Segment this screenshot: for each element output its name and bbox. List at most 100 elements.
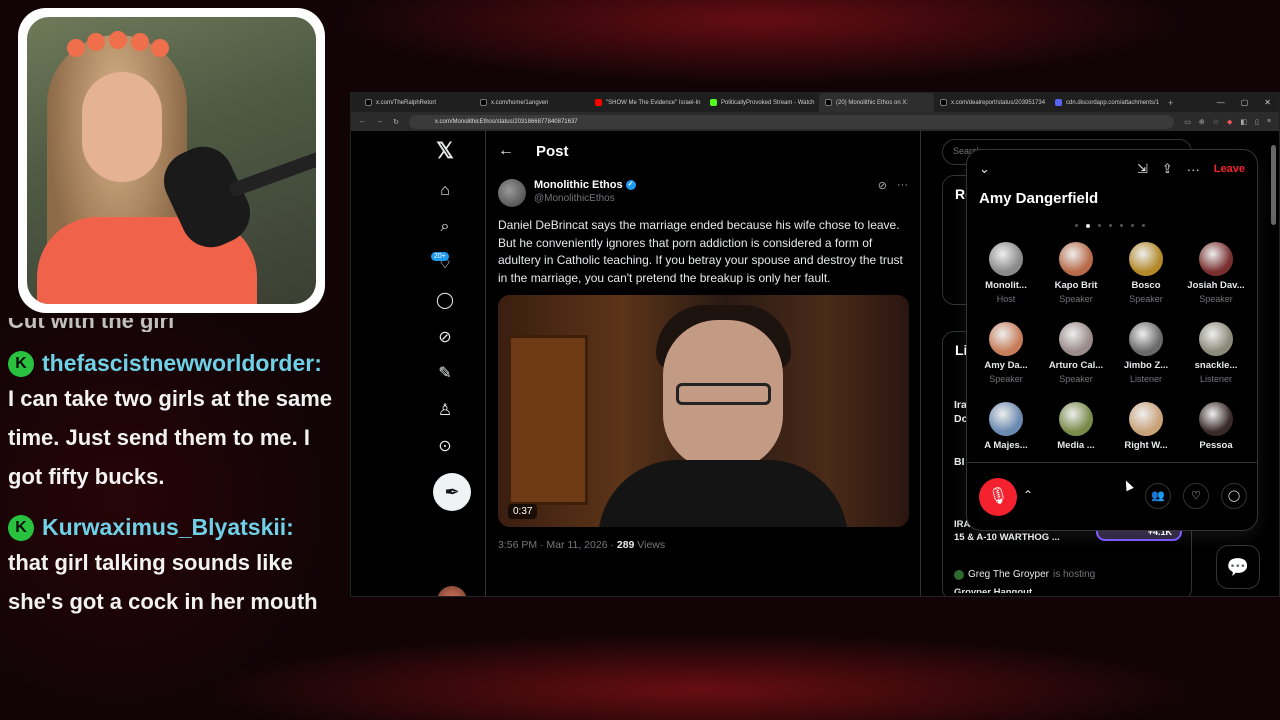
- verified-icon: ✓: [625, 180, 636, 190]
- search-icon[interactable]: ⌕: [435, 217, 455, 237]
- close-icon[interactable]: ✕: [1264, 98, 1271, 107]
- address-bar: ← → ↻ x.com/MonolithicEthos/status/20318…: [351, 112, 1279, 131]
- participant[interactable]: Bosco Speaker: [1111, 242, 1181, 314]
- participant[interactable]: Right W...: [1111, 402, 1181, 474]
- screenshot-icon[interactable]: ▭: [1184, 118, 1191, 126]
- chat-icon: 💬: [1226, 556, 1250, 577]
- participant-avatar: [989, 402, 1023, 436]
- participant[interactable]: snackle... Listener: [1181, 322, 1251, 394]
- participant-role: Host: [996, 294, 1016, 304]
- lists-icon[interactable]: ✎: [435, 364, 455, 384]
- chevron-down-icon[interactable]: ⌄: [979, 161, 990, 177]
- leave-button[interactable]: Leave: [1214, 163, 1245, 175]
- more-icon[interactable]: ⊙: [435, 437, 455, 457]
- participant-name: A Majes...: [984, 440, 1028, 451]
- stream-chat: Cut with the girl K thefascistnewworldor…: [8, 318, 338, 621]
- browser-tab[interactable]: x.com/TheRalphRetort: [359, 93, 474, 112]
- messages-button[interactable]: 💬: [1216, 545, 1260, 589]
- browser-tab[interactable]: "SHOW Me The Evidence" Israel-In: [589, 93, 704, 112]
- browser-tab[interactable]: PoliticallyProvoked Stream - Watch: [704, 93, 819, 112]
- bookmark-icon[interactable]: ☆: [1213, 118, 1219, 126]
- post-column: ← Post Monolithic Ethos ✓ @MonolithicEtho…: [485, 131, 921, 596]
- participant-role: Speaker: [1059, 374, 1093, 384]
- participant-name: Monolit...: [985, 280, 1027, 291]
- participant-avatar: [1129, 322, 1163, 356]
- participant-name: Media ...: [1057, 440, 1095, 451]
- heart-plus-icon[interactable]: ♡: [1183, 483, 1209, 509]
- message-icon[interactable]: ◯: [435, 291, 455, 311]
- shield-icon[interactable]: ◆: [1227, 118, 1232, 126]
- extensions-icon[interactable]: ◧: [1240, 118, 1247, 126]
- share-icon[interactable]: ⇪: [1162, 161, 1173, 177]
- participant-name: Right W...: [1124, 440, 1168, 451]
- grok-icon[interactable]: ⊘: [878, 179, 887, 192]
- zoom-icon[interactable]: ⊕: [1199, 118, 1205, 126]
- participant-avatar: [1059, 322, 1093, 356]
- kick-badge-icon: K: [8, 514, 34, 541]
- chat-icon[interactable]: ◯: [1221, 483, 1247, 509]
- back-arrow-icon[interactable]: ←: [359, 118, 366, 125]
- chat-username: thefascistnewworldorder:: [42, 350, 322, 376]
- forward-arrow-icon[interactable]: →: [376, 118, 383, 125]
- profile-icon[interactable]: ♙: [435, 401, 455, 421]
- url-input[interactable]: x.com/MonolithicEthos/status/20318668778…: [408, 114, 1175, 129]
- participant[interactable]: A Majes...: [971, 402, 1041, 474]
- participant-name: Amy Da...: [984, 360, 1028, 371]
- author-avatar[interactable]: [498, 179, 526, 207]
- participant[interactable]: Josiah Dav... Speaker: [1181, 242, 1251, 314]
- participant-name: Pessoa: [1199, 440, 1233, 451]
- participant[interactable]: Kapo Brit Speaker: [1041, 242, 1111, 314]
- grok-icon[interactable]: ⊘: [435, 328, 455, 348]
- more-options-icon[interactable]: ···: [897, 179, 908, 192]
- participant-role: Speaker: [1059, 294, 1093, 304]
- participant[interactable]: Arturo Cal... Speaker: [1041, 322, 1111, 394]
- post-video[interactable]: 0:37: [498, 295, 909, 527]
- page-title: Post: [536, 142, 569, 160]
- participant[interactable]: Pessoa: [1181, 402, 1251, 474]
- home-icon[interactable]: ⌂: [435, 181, 455, 201]
- notification-badge: 20+: [431, 252, 449, 261]
- participant-avatar: [1199, 322, 1233, 356]
- more-options-icon[interactable]: ···: [1187, 162, 1200, 177]
- people-icon[interactable]: 👥: [1145, 483, 1171, 509]
- chevron-up-icon[interactable]: ⌃: [1023, 488, 1033, 502]
- participant-role: Speaker: [989, 374, 1023, 384]
- participant-role: Listener: [1199, 374, 1233, 384]
- sidebar-icon[interactable]: ▯: [1255, 118, 1259, 126]
- x-nav: 𝕏 ⌂ ⌕ ♢ 20+ ◯ ⊘ ✎ ♙ ⊙ ✒: [351, 131, 491, 596]
- participant[interactable]: Media ...: [1041, 402, 1111, 474]
- participant-name: Bosco: [1131, 280, 1161, 291]
- scrollbar[interactable]: [1271, 145, 1276, 225]
- participant-grid: Monolit... Host Kapo Brit Speaker Bosco Speak…: [971, 242, 1253, 474]
- hosting-row[interactable]: Greg The Groyper is hosting: [954, 569, 1095, 580]
- page-dots: [1075, 224, 1145, 228]
- participant-name: Jimbo Z...: [1123, 360, 1169, 371]
- browser-tab[interactable]: x.com/dealreport/status/203951734: [934, 93, 1049, 112]
- reload-icon[interactable]: ↻: [393, 118, 399, 126]
- browser-tab[interactable]: x.com/home/1angven: [474, 93, 589, 112]
- kick-badge-icon: K: [8, 350, 34, 377]
- post-text: Daniel DeBrincat says the marriage ended…: [498, 218, 903, 285]
- views-count: 289: [616, 539, 635, 551]
- participant[interactable]: Jimbo Z... Listener: [1111, 322, 1181, 394]
- chat-message-text: that girl talking sounds like she's got …: [8, 550, 318, 614]
- compose-icon[interactable]: ✒: [433, 473, 471, 511]
- avatar[interactable]: [437, 586, 467, 596]
- back-arrow-icon[interactable]: ←: [498, 142, 514, 160]
- participant[interactable]: Amy Da... Speaker: [971, 322, 1041, 394]
- browser-tab-active[interactable]: (20) Monolithic Ethos on X:: [819, 93, 934, 112]
- participant-avatar: [1199, 242, 1233, 276]
- participant[interactable]: Monolit... Host: [971, 242, 1041, 314]
- minimize-space-icon[interactable]: ⇲: [1137, 161, 1148, 177]
- new-tab-button[interactable]: +: [1168, 98, 1173, 108]
- chat-message-text: I can take two girls at the same time. J…: [8, 386, 333, 489]
- minimize-icon[interactable]: —: [1217, 98, 1225, 107]
- maximize-icon[interactable]: ▢: [1241, 98, 1249, 107]
- author-name[interactable]: Monolithic Ethos: [534, 179, 623, 191]
- author-handle[interactable]: @MonolithicEthos: [534, 193, 636, 204]
- x-logo-icon[interactable]: 𝕏: [435, 140, 455, 162]
- browser-tab[interactable]: cdn.discordapp.com/attachments/1: [1049, 93, 1164, 112]
- live-item-title[interactable]: 15 & A-10 WARTHOG ...: [954, 532, 1060, 543]
- mic-muted-icon[interactable]: 🎙: [979, 478, 1017, 516]
- menu-icon[interactable]: ≡: [1267, 118, 1271, 126]
